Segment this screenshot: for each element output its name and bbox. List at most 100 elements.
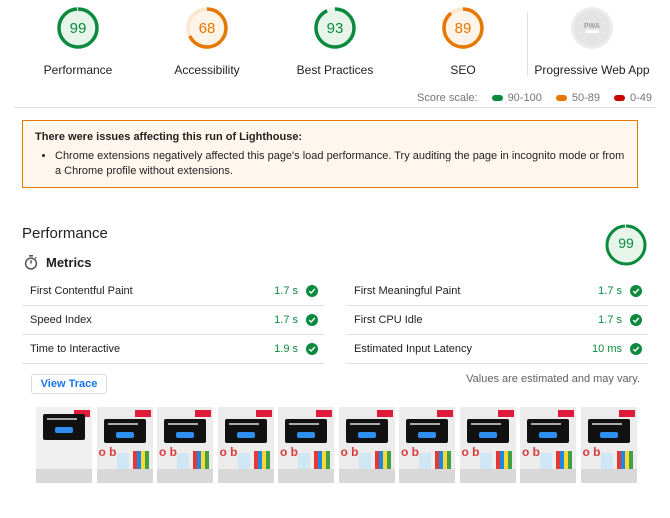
header-divider: [14, 107, 656, 108]
metric-name: Speed Index: [30, 314, 92, 326]
pass-check-icon: [630, 314, 642, 326]
metric-value: 1.7 s: [274, 285, 298, 297]
frame-screen: [587, 419, 630, 443]
frame-badge: [376, 410, 393, 417]
gauge-score: 93: [326, 20, 344, 37]
performance-score-gauge: 99: [604, 223, 648, 267]
score-scale-pass: 90-100: [491, 92, 542, 104]
metric-row: First Contentful Paint 1.7 s: [22, 277, 324, 306]
gauge-score: 68: [198, 20, 216, 37]
frame-badge: [195, 410, 211, 417]
pass-check-icon: [306, 285, 318, 297]
gauge-accessibility[interactable]: 68 Accessibility: [142, 6, 272, 77]
frame-screen: [466, 419, 509, 443]
frame-bars: [132, 451, 149, 471]
frame-screen: [345, 419, 388, 443]
frame-screen: [103, 419, 146, 443]
view-trace-button[interactable]: View Trace: [31, 374, 107, 394]
frame-floor: [459, 469, 516, 483]
filmstrip-frame: o b: [217, 407, 274, 493]
frame-logo: o b: [98, 445, 117, 459]
metrics-column-right: First Meaningful Paint 1.7 s First CPU I…: [346, 277, 648, 364]
frame-badge: [618, 410, 635, 417]
frame-screen: [406, 419, 448, 443]
score-scale-average: 50-89: [555, 92, 600, 104]
frame-floor: [520, 469, 576, 483]
metric-name: First Meaningful Paint: [354, 285, 461, 297]
range-text: 0-49: [629, 92, 652, 104]
gauge-label: Accessibility: [174, 63, 240, 77]
warning-title: There were issues affecting this run of …: [35, 131, 303, 143]
range-text: 50-89: [571, 92, 600, 104]
metric-value: 1.7 s: [274, 314, 298, 326]
frame-footer: [459, 483, 516, 493]
frame-screen: [43, 414, 85, 440]
frame-floor: [338, 469, 395, 483]
gauge-best-practices[interactable]: 93 Best Practices: [270, 6, 400, 77]
gauge-label: Best Practices: [296, 63, 374, 77]
metric-name: First CPU Idle: [354, 314, 423, 326]
frame-logo: o b: [159, 445, 177, 459]
frame-floor: [157, 469, 213, 483]
warning-item: Chrome extensions negatively affected th…: [55, 149, 625, 179]
filmstrip-frame: o b: [459, 407, 516, 493]
filmstrip-frame: o b: [278, 407, 334, 493]
stopwatch-icon: [24, 255, 38, 270]
metric-row: Time to Interactive 1.9 s: [22, 335, 324, 364]
frame-badge: [134, 410, 151, 417]
frame-logo: o b: [461, 445, 480, 459]
metric-value: 1.9 s: [274, 343, 298, 355]
gauge-label: Progressive Web App: [534, 63, 650, 77]
frame-logo: o b: [582, 445, 601, 459]
pwa-badge-text: PWA: [584, 23, 600, 30]
pass-check-icon: [630, 343, 642, 355]
frame-footer: [399, 483, 455, 493]
frame-footer: [278, 483, 334, 493]
gauge-label: SEO: [450, 63, 476, 77]
fail-pill-icon: [613, 95, 625, 101]
gauge-pwa[interactable]: PWA Progressive Web App: [527, 6, 657, 77]
filmstrip-frame: o b: [520, 407, 576, 493]
frame-logo: o b: [401, 445, 419, 459]
filmstrip-frame: o b: [96, 407, 153, 493]
metric-row: Estimated Input Latency 10 ms: [346, 335, 648, 364]
frame-footer: [338, 483, 395, 493]
filmstrip-frame: o b: [157, 407, 213, 493]
frame-screen: [224, 419, 267, 443]
gauge-performance[interactable]: 99 Performance: [13, 6, 143, 77]
frame-logo: o b: [219, 445, 238, 459]
frame-logo: o b: [280, 445, 298, 459]
frame-logo: o b: [340, 445, 359, 459]
frame-screen: [164, 419, 206, 443]
metric-name: Estimated Input Latency: [354, 343, 473, 355]
performance-title: Performance: [22, 225, 108, 242]
pass-check-icon: [306, 343, 318, 355]
frame-footer: [217, 483, 274, 493]
frame-badge: [255, 410, 272, 417]
filmstrip-frame: o b: [338, 407, 395, 493]
frame-footer: [157, 483, 213, 493]
metric-value: 10 ms: [592, 343, 622, 355]
metric-value: 1.7 s: [598, 314, 622, 326]
frame-floor: [96, 469, 153, 483]
frame-bars: [435, 451, 451, 471]
frame-bars: [253, 451, 270, 471]
gauge-seo[interactable]: 89 SEO: [398, 6, 528, 77]
range-text: 90-100: [507, 92, 542, 104]
score-scale-fail: 0-49: [613, 92, 652, 104]
frame-bars: [193, 451, 209, 471]
average-pill-icon: [555, 95, 567, 101]
pass-pill-icon: [491, 95, 503, 101]
metric-row: First CPU Idle 1.7 s: [346, 306, 648, 335]
frame-floor: [580, 469, 637, 483]
frame-bars: [556, 451, 572, 471]
frame-logo: o b: [522, 445, 540, 459]
pass-check-icon: [306, 314, 318, 326]
metric-value: 1.7 s: [598, 285, 622, 297]
category-gauges: 99 Performance 68 Accessibility 93 Best …: [0, 0, 670, 82]
metrics-header: Metrics: [24, 255, 92, 270]
frame-screen: [527, 419, 569, 443]
frame-bars: [314, 451, 330, 471]
filmstrip-frame: o b: [399, 407, 455, 493]
pass-check-icon: [630, 285, 642, 297]
